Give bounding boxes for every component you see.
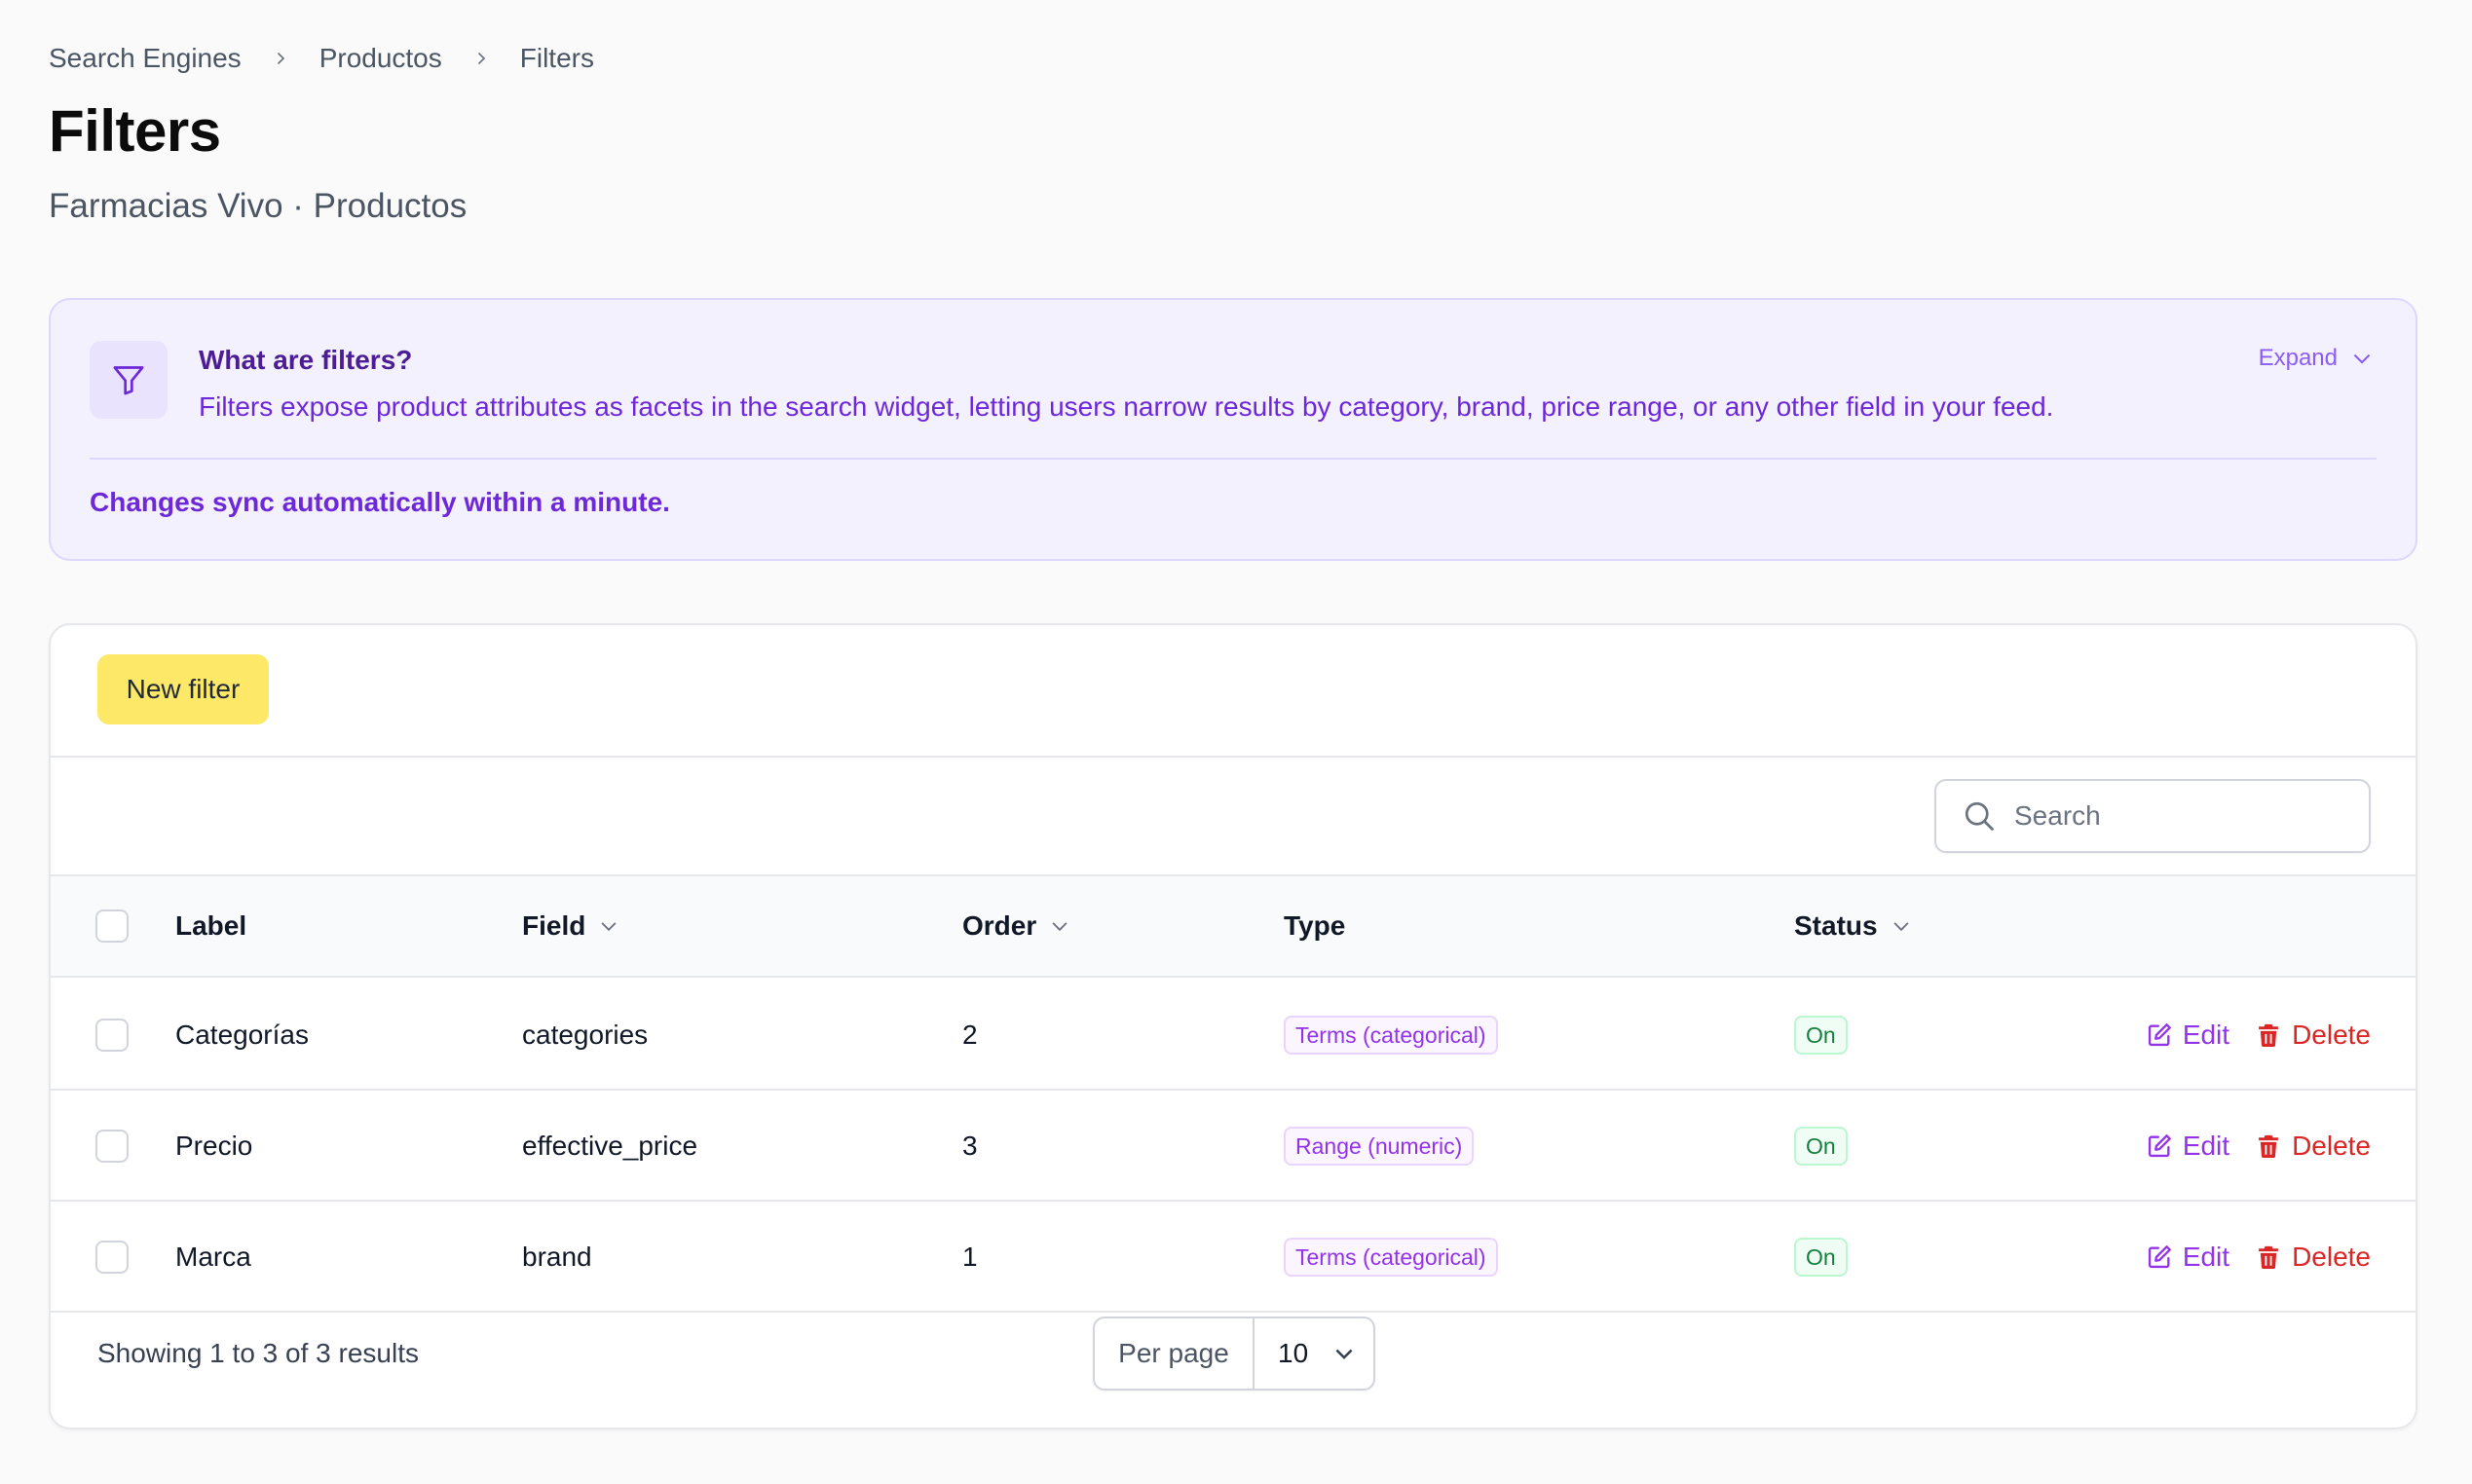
results-summary: Showing 1 to 3 of 3 results <box>97 1338 419 1368</box>
info-description: Filters expose product attributes as fac… <box>199 391 2054 422</box>
chevron-down-icon <box>1893 922 1909 932</box>
status-badge: On <box>1794 1238 1848 1277</box>
edit-label: Edit <box>2182 1242 2230 1272</box>
table-row[interactable]: Precio effective_price 3 Range (numeric)… <box>51 1091 2416 1202</box>
edit-icon <box>2148 1134 2171 1158</box>
delete-label: Delete <box>2292 1242 2371 1272</box>
cell-status: On <box>1794 980 1848 1091</box>
edit-icon <box>2148 1245 2171 1269</box>
edit-button[interactable]: Edit <box>2146 1242 2229 1273</box>
trash-icon <box>2259 1023 2278 1048</box>
delete-button[interactable]: Delete <box>2255 1242 2371 1273</box>
cell-actions: Edit Delete <box>2146 1091 2371 1202</box>
table-row[interactable]: Categorías categories 2 Terms (categoric… <box>51 980 2416 1091</box>
divider <box>51 756 2416 758</box>
per-page-label: Per page <box>1095 1318 1255 1389</box>
chevron-right-icon <box>473 51 489 66</box>
divider <box>51 1311 2416 1313</box>
filters-table-card: New filter Label Field Order T <box>49 623 2417 1429</box>
column-header-label-text: Label <box>175 910 247 941</box>
breadcrumb-item-search-engines[interactable]: Search Engines <box>49 43 242 74</box>
edit-button[interactable]: Edit <box>2146 1020 2229 1051</box>
row-checkbox[interactable] <box>95 1019 129 1052</box>
trash-icon <box>2259 1245 2278 1270</box>
column-header-field-text: Field <box>522 910 586 941</box>
cell-order: 3 <box>962 1131 978 1161</box>
column-header-type: Type <box>1284 874 1345 978</box>
divider <box>51 874 2416 876</box>
column-header-field[interactable]: Field <box>522 874 618 978</box>
info-heading: What are filters? <box>199 345 413 375</box>
type-badge: Terms (categorical) <box>1284 1238 1498 1277</box>
cell-type: Terms (categorical) <box>1284 980 1498 1091</box>
breadcrumb-item-filters: Filters <box>519 43 594 73</box>
divider <box>90 458 2377 460</box>
search-icon <box>1965 801 1994 831</box>
column-header-type-text: Type <box>1284 910 1346 941</box>
chevron-down-icon <box>601 922 617 932</box>
search-input[interactable] <box>2014 800 2345 832</box>
divider <box>51 976 2416 978</box>
expand-label: Expand <box>2258 345 2338 371</box>
per-page-value: 10 <box>1278 1338 1309 1368</box>
column-header-label: Label <box>175 874 246 978</box>
sync-note: Changes sync automatically within a minu… <box>90 487 670 517</box>
chevron-down-icon <box>1335 1349 1353 1359</box>
cell-field: effective_price <box>522 1131 698 1161</box>
cell-actions: Edit Delete <box>2146 1202 2371 1313</box>
cell-actions: Edit Delete <box>2146 980 2371 1091</box>
column-header-order-text: Order <box>962 910 1037 941</box>
table-header: Label Field Order Type Status <box>51 874 2416 978</box>
chevron-down-icon <box>2353 353 2371 364</box>
info-callout: What are filters? Filters expose product… <box>49 298 2417 561</box>
chevron-down-icon <box>1052 922 1067 932</box>
search-field[interactable] <box>1934 779 2371 853</box>
cell-label: Precio <box>175 1131 253 1161</box>
trash-icon <box>2259 1134 2278 1159</box>
cell-status: On <box>1794 1202 1848 1313</box>
cell-field: categories <box>522 1020 649 1050</box>
page-title: Filters <box>49 98 221 164</box>
delete-label: Delete <box>2292 1131 2371 1161</box>
row-checkbox[interactable] <box>95 1130 129 1163</box>
delete-button[interactable]: Delete <box>2255 1131 2371 1162</box>
table-row[interactable]: Marca brand 1 Terms (categorical) On Edi… <box>51 1202 2416 1313</box>
column-header-status[interactable]: Status <box>1794 874 1911 978</box>
page-subtitle: Farmacias Vivo · Productos <box>49 187 468 225</box>
type-badge: Range (numeric) <box>1284 1127 1475 1166</box>
edit-label: Edit <box>2182 1020 2230 1050</box>
cell-order: 1 <box>962 1242 978 1272</box>
delete-label: Delete <box>2292 1020 2371 1050</box>
filter-icon <box>90 341 168 419</box>
chevron-right-icon <box>273 51 288 66</box>
per-page-control: Per page 10 <box>1093 1317 1375 1391</box>
edit-label: Edit <box>2182 1131 2230 1161</box>
column-header-order[interactable]: Order <box>962 874 1069 978</box>
delete-button[interactable]: Delete <box>2255 1020 2371 1051</box>
breadcrumb: Search Engines Productos Filters <box>49 43 594 74</box>
row-checkbox[interactable] <box>95 1241 129 1274</box>
expand-button[interactable]: Expand <box>2259 345 2373 372</box>
cell-order: 2 <box>962 1020 978 1050</box>
edit-button[interactable]: Edit <box>2146 1131 2229 1162</box>
type-badge: Terms (categorical) <box>1284 1016 1498 1055</box>
new-filter-button[interactable]: New filter <box>97 654 269 724</box>
breadcrumb-item-productos[interactable]: Productos <box>319 43 442 74</box>
cell-status: On <box>1794 1091 1848 1202</box>
status-badge: On <box>1794 1127 1848 1166</box>
cell-type: Terms (categorical) <box>1284 1202 1498 1313</box>
select-all-checkbox[interactable] <box>95 909 129 943</box>
status-badge: On <box>1794 1016 1848 1055</box>
cell-label: Marca <box>175 1242 251 1272</box>
per-page-select[interactable]: 10 <box>1255 1318 1373 1389</box>
cell-field: brand <box>522 1242 592 1272</box>
column-header-status-text: Status <box>1794 910 1878 941</box>
cell-label: Categorías <box>175 1020 309 1050</box>
edit-icon <box>2148 1023 2171 1047</box>
cell-type: Range (numeric) <box>1284 1091 1475 1202</box>
